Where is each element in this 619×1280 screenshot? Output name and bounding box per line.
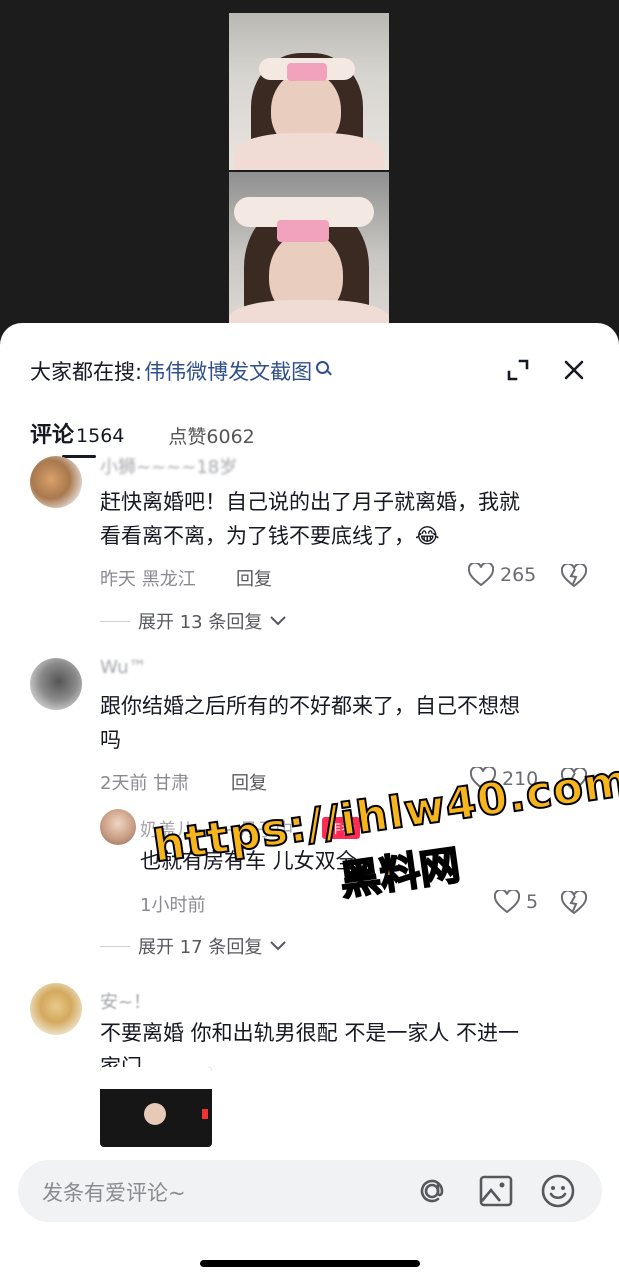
comment-meta: 昨天 黑龙江 (100, 565, 196, 591)
comment-location: 甘肃 (153, 773, 190, 794)
dislike-icon[interactable] (561, 564, 587, 588)
divider-line (100, 620, 130, 622)
tab-likes-label: 点赞 (168, 426, 207, 448)
like-button[interactable]: 265 (468, 563, 536, 587)
comment-username[interactable]: 安~！ (100, 988, 151, 1014)
chevron-down-icon (270, 941, 287, 951)
comment-location: 黑龙江 (141, 569, 196, 590)
avatar[interactable] (30, 983, 82, 1035)
image-icon[interactable] (478, 1173, 514, 1209)
comment-time: 2天前 (100, 773, 148, 794)
comment-text-line: 不要离婚 你和出轨男很配 不是一家人 不进一 (100, 1021, 520, 1045)
search-icon (316, 360, 330, 374)
avatar[interactable] (30, 658, 82, 710)
tab-comments-count: 1564 (76, 425, 125, 447)
expand-replies-label: 展开 13 条回复 (138, 612, 263, 633)
comment-tabs: 评论 1564 点赞6062 (30, 417, 255, 449)
heart-icon (470, 767, 496, 791)
tab-comments-label: 评论 (30, 423, 75, 448)
chevron-down-icon (270, 616, 287, 626)
trending-search-prefix: 大家都在搜: (30, 360, 143, 384)
reply-text: 也就有房有车 儿女双全 (140, 849, 357, 873)
comment-input[interactable]: 发条有爱评论~ (18, 1160, 602, 1222)
reply-time: 1小时前 (140, 895, 206, 916)
comment-text-line: 看看离不离，为了钱不要底线了，😂 (100, 524, 440, 548)
expand-replies-label: 展开 17 条回复 (138, 937, 263, 958)
comment-username[interactable]: 小狮~~~~18岁 (100, 453, 237, 479)
like-count: 5 (526, 891, 539, 913)
expand-replies-button[interactable]: 展开 13 条回复 (100, 608, 288, 634)
author-badge: 作者 (322, 817, 360, 839)
trending-search[interactable]: 大家都在搜: 伟伟微博发文截图 (30, 353, 619, 389)
comment-text-line: 赶快离婚吧！自己说的出了月子就离婚，我就 (100, 490, 520, 514)
video-frame-bottom (229, 172, 389, 340)
like-count: 210 (502, 768, 539, 790)
comment-text: 赶快离婚吧！自己说的出了月子就离婚，我就 看看离不离，为了钱不要底线了，😂 (100, 485, 520, 553)
like-button[interactable]: 210 (470, 767, 538, 791)
at-mention-icon[interactable] (414, 1173, 450, 1209)
comment-text-line: 跟你结婚之后所有的不好都来了，自己不想想 (100, 694, 520, 718)
divider-line (100, 945, 130, 947)
tab-comments[interactable]: 评论 1564 (30, 417, 124, 449)
home-indicator[interactable] (200, 1260, 420, 1267)
comment-time: 昨天 (100, 569, 136, 590)
comment-image-thumbnail[interactable] (100, 1067, 212, 1147)
heart-icon (494, 890, 520, 914)
avatar[interactable] (100, 809, 136, 845)
comment-meta: 2天前 甘肃 (100, 769, 189, 795)
comment-input-placeholder: 发条有爱评论~ (42, 1181, 186, 1205)
tab-likes[interactable]: 点赞6062 (168, 422, 254, 449)
close-icon[interactable] (562, 358, 586, 382)
comment-sheet: 大家都在搜: 伟伟微博发文截图 评论 1564 点赞6062 小狮~~~~18岁 … (0, 323, 619, 1280)
dislike-icon[interactable] (561, 891, 587, 915)
heart-icon (468, 563, 494, 587)
video-frame-top (229, 13, 389, 170)
expand-icon[interactable] (506, 358, 530, 382)
expand-replies-button[interactable]: 展开 17 条回复 (100, 933, 288, 959)
like-button[interactable]: 5 (494, 890, 538, 914)
video-player[interactable] (0, 0, 619, 340)
emoji-icon[interactable] (540, 1173, 576, 1209)
comment-text: 跟你结婚之后所有的不好都来了，自己不想想 吗 (100, 689, 520, 757)
reply-button[interactable]: 回复 (236, 565, 272, 591)
tab-likes-count: 6062 (206, 426, 255, 448)
comment-username[interactable]: Wu™ (100, 657, 147, 678)
avatar[interactable] (30, 456, 82, 508)
reply-username[interactable]: 奶盖儿~~~月子中 (140, 816, 293, 842)
reply-button[interactable]: 回复 (231, 769, 267, 795)
like-count: 265 (500, 564, 537, 586)
comment-text-line: 吗 (100, 728, 121, 752)
dislike-icon[interactable] (561, 768, 587, 792)
trending-search-term[interactable]: 伟伟微博发文截图 (144, 356, 312, 386)
